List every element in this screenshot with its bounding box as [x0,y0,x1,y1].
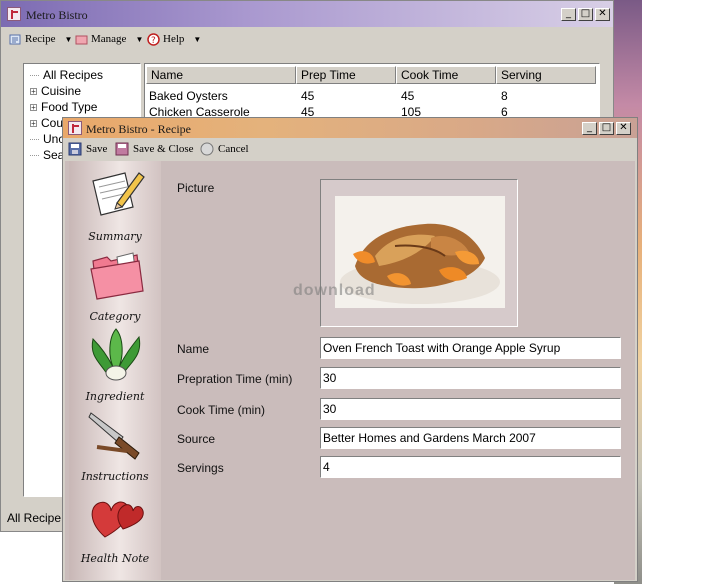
table-cell[interactable]: 45 [301,88,314,104]
recipe-title-bar[interactable]: Metro Bistro - Recipe _ □ ✕ [63,118,637,138]
knife-icon [88,412,140,460]
recipe-nav-panel: Summary Category Ingredient Instructions… [69,161,161,580]
picture-label: Picture [177,181,215,195]
tree-item-season[interactable]: Sea [30,147,64,163]
chevron-down-icon: ▼ [193,34,202,44]
nav-ingredient[interactable]: Ingredient [69,325,161,403]
servings-label: Servings [177,461,224,475]
cook-time-label: Cook Time (min) [177,403,266,417]
name-label: Name [177,342,210,356]
app-icon [68,121,82,135]
manage-icon [75,35,88,44]
recipe-window-title: Metro Bistro - Recipe [86,122,191,136]
recipe-toolbar: Save Save & Close Cancel [63,139,637,161]
chevron-down-icon: ▼ [64,34,73,44]
cook-time-field[interactable]: 30 [320,398,621,420]
close-button[interactable]: ✕ [616,122,631,135]
chevron-down-icon: ▼ [135,34,144,44]
nav-summary[interactable]: Summary [69,165,161,243]
nav-ingredient-label: Ingredient [85,390,145,403]
close-button[interactable]: ✕ [595,8,610,21]
servings-field[interactable]: 4 [320,456,621,478]
column-header-name[interactable]: Name [146,66,296,84]
save-close-icon [115,142,129,156]
nav-summary-label: Summary [88,230,142,243]
tree-item-cuisine[interactable]: + Cuisine [30,83,81,99]
column-header-serving[interactable]: Serving [496,66,596,84]
expand-icon[interactable]: + [30,119,37,127]
recipe-menu-button[interactable]: Recipe ▼ [9,31,72,47]
recipe-icon [9,34,21,44]
prep-time-label: Prepration Time (min) [177,372,293,386]
column-header-cook-time[interactable]: Cook Time [396,66,496,84]
column-header-prep-time[interactable]: Prep Time [296,66,396,84]
manage-menu-button[interactable]: Manage ▼ [75,31,143,47]
nav-instructions[interactable]: Instructions [69,405,161,483]
minimize-button[interactable]: _ [561,8,576,21]
app-icon [7,7,21,21]
table-cell[interactable]: 8 [501,88,508,104]
picture-frame[interactable] [320,179,518,327]
main-toolbar: Recipe ▼ Manage ▼ ? Help ▼ [3,28,611,50]
main-window-title: Metro Bistro [26,8,88,22]
table-cell[interactable]: Baked Oysters [149,88,228,104]
cancel-label: Cancel [218,143,249,155]
status-bar-text: All Recipe [7,511,62,525]
folder-icon [90,252,144,300]
expand-icon[interactable]: + [30,87,37,95]
minimize-button[interactable]: _ [582,122,597,135]
save-icon [68,142,82,156]
tree-item-course[interactable]: + Cou [30,115,63,131]
recipe-menu-label: Recipe [25,33,56,45]
tree-item-uncategorized[interactable]: Unc [30,131,64,147]
nav-health-note-label: Health Note [80,552,150,565]
source-field[interactable]: Better Homes and Gardens March 2007 [320,427,621,449]
watermark: download [293,282,376,299]
svg-text:?: ? [151,36,156,46]
nav-instructions-label: Instructions [81,470,149,483]
heart-icon [91,501,144,538]
save-close-label: Save & Close [133,143,194,155]
tree-item-all-recipes[interactable]: All Recipes [30,67,103,83]
save-close-button[interactable]: Save & Close [115,142,194,156]
table-cell[interactable]: 45 [401,88,414,104]
recipe-body: Summary Category Ingredient Instructions… [65,161,635,580]
source-label: Source [177,432,216,446]
cancel-button[interactable]: Cancel [200,142,249,156]
prep-time-field[interactable]: 30 [320,367,621,389]
help-menu-label: Help [163,33,185,45]
bok-choy-icon [91,328,141,381]
help-icon: ? [147,32,160,46]
desktop-blank [642,0,720,584]
manage-menu-label: Manage [91,33,127,45]
cancel-icon [200,142,214,156]
tree-item-food-type[interactable]: + Food Type [30,99,97,115]
save-button[interactable]: Save [68,142,107,156]
maximize-button[interactable]: □ [578,8,593,21]
maximize-button[interactable]: □ [599,122,614,135]
recipe-window: Metro Bistro - Recipe _ □ ✕ Save Save & … [62,117,638,582]
nav-health-note[interactable]: Health Note [69,487,161,565]
main-title-bar[interactable]: Metro Bistro _ □ ✕ [1,1,613,27]
save-label: Save [86,143,108,155]
expand-icon[interactable]: + [30,103,37,111]
pencil-paper-icon [92,172,145,216]
nav-category-label: Category [89,310,141,323]
nav-category[interactable]: Category [69,245,161,323]
help-menu-button[interactable]: ? Help ▼ [147,31,201,47]
name-field[interactable]: Oven French Toast with Orange Apple Syru… [320,337,621,359]
